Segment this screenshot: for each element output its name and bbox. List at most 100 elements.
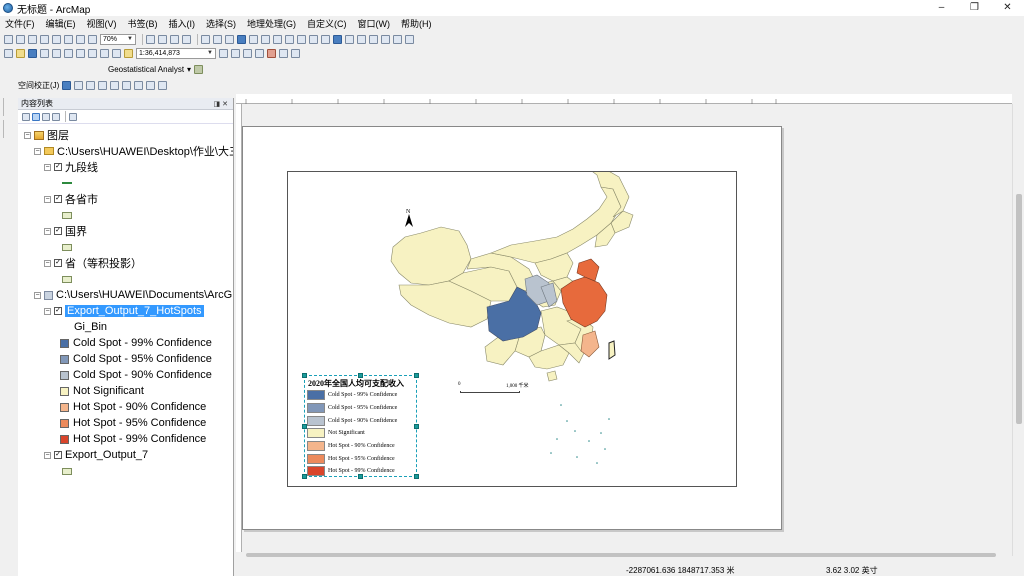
north-arrow[interactable]: N xyxy=(402,206,416,228)
layer-name[interactable]: 各省市 xyxy=(65,191,98,207)
identify-icon[interactable] xyxy=(333,34,342,44)
previous-extent-icon[interactable] xyxy=(88,34,97,44)
clear-limited-adjustment-area-icon[interactable] xyxy=(134,81,144,90)
fixed-zoom-out-icon[interactable] xyxy=(76,34,85,44)
selection-handle[interactable] xyxy=(414,474,419,479)
scale-bar[interactable]: 0 1,000 千米 xyxy=(456,382,536,398)
layer-symbol[interactable] xyxy=(62,272,72,286)
search-window-icon[interactable] xyxy=(255,48,264,58)
visibility-checkbox[interactable]: ✓ xyxy=(54,451,62,459)
new-limited-adjustment-area-icon[interactable] xyxy=(122,81,132,90)
layer-row-hotspots[interactable]: − ✓ Export_Output_7_HotSpots xyxy=(44,304,204,318)
selection-handle[interactable] xyxy=(302,474,307,479)
map-scale-combo[interactable]: 1:36,414,873 ▼ xyxy=(136,47,216,59)
zoom-out-page-icon[interactable] xyxy=(16,34,25,44)
full-extent-icon[interactable] xyxy=(237,34,246,44)
layer-symbol[interactable] xyxy=(62,464,72,478)
catalog-window-icon[interactable] xyxy=(243,48,252,58)
collapse-icon[interactable]: − xyxy=(24,131,31,139)
visibility-checkbox[interactable]: ✓ xyxy=(54,227,62,235)
selection-handle[interactable] xyxy=(414,373,419,378)
editor-toolbar-icon[interactable] xyxy=(219,48,228,58)
chevron-down-icon[interactable]: ▾ xyxy=(187,65,191,74)
menu-geoprocessing[interactable]: 地理处理(G) xyxy=(247,17,296,30)
paste-icon[interactable] xyxy=(76,48,85,58)
menu-insert[interactable]: 插入(I) xyxy=(169,17,196,30)
map-legend[interactable]: 2020年全国人均可支配收入 Cold Spot - 99% Confidenc… xyxy=(304,375,417,477)
class-color-swatch[interactable] xyxy=(60,402,69,412)
collapse-icon[interactable]: − xyxy=(34,147,41,155)
selection-handle[interactable] xyxy=(302,424,307,429)
geostatistical-analyst-menu[interactable]: Geostatistical Analyst xyxy=(108,65,184,74)
list-by-drawing-order-icon[interactable] xyxy=(22,112,30,121)
pan-icon[interactable] xyxy=(225,34,234,44)
data-driven-pages-icon[interactable] xyxy=(182,34,191,44)
layer-symbol[interactable] xyxy=(62,176,72,190)
class-color-swatch[interactable] xyxy=(60,338,69,348)
zoom-percent-combo[interactable]: 70% ▼ xyxy=(100,33,136,45)
visibility-checkbox[interactable]: ✓ xyxy=(54,307,62,315)
table-of-contents-icon[interactable] xyxy=(231,48,240,58)
selection-handle[interactable] xyxy=(302,373,307,378)
dock-handle[interactable] xyxy=(3,120,15,138)
list-by-selection-icon[interactable] xyxy=(52,112,60,121)
spatial-adjustment-menu[interactable]: 空间校正(J) xyxy=(18,80,59,91)
new-identity-link-icon[interactable] xyxy=(110,81,120,90)
horizontal-scrollbar[interactable] xyxy=(236,552,1012,558)
horizontal-ruler[interactable] xyxy=(236,94,1012,104)
polygon-symbol-icon[interactable] xyxy=(62,467,72,475)
tree-root[interactable]: − 图层 xyxy=(24,128,69,142)
selection-handle[interactable] xyxy=(358,474,363,479)
layer-name[interactable]: 九段线 xyxy=(65,159,98,175)
legend-class-row[interactable]: Not Significant xyxy=(60,384,144,398)
list-by-source-icon[interactable] xyxy=(32,112,40,121)
layer-name[interactable]: 国界 xyxy=(65,223,87,239)
class-color-swatch[interactable] xyxy=(60,434,69,444)
visibility-checkbox[interactable]: ✓ xyxy=(54,163,62,171)
collapse-icon[interactable]: − xyxy=(44,259,51,267)
zoom-whole-page-icon[interactable] xyxy=(40,34,49,44)
polygon-symbol-icon[interactable] xyxy=(62,275,72,283)
go-forward-icon[interactable] xyxy=(285,34,294,44)
undo-icon[interactable] xyxy=(100,48,109,58)
list-by-visibility-icon[interactable] xyxy=(42,112,50,121)
close-button[interactable]: ✕ xyxy=(991,0,1024,16)
time-slider-icon[interactable] xyxy=(393,34,402,44)
go-back-icon[interactable] xyxy=(273,34,282,44)
new-displacement-link-icon[interactable] xyxy=(74,81,84,90)
menu-selection[interactable]: 选择(S) xyxy=(206,17,236,30)
cut-icon[interactable] xyxy=(52,48,61,58)
fixed-zoom-in-icon[interactable] xyxy=(64,34,73,44)
layer-row[interactable]: − ✓ 省（等积投影） xyxy=(44,256,142,270)
visibility-checkbox[interactable]: ✓ xyxy=(54,195,62,203)
select-elements-icon[interactable] xyxy=(321,34,330,44)
collapse-icon[interactable]: − xyxy=(44,227,51,235)
auto-hide-icon[interactable]: ◨ xyxy=(214,101,223,108)
collapse-icon[interactable]: − xyxy=(44,451,51,459)
workspace-group-desktop[interactable]: − C:\Users\HUAWEI\Desktop\作业\大三 xyxy=(34,144,233,158)
clear-selection-icon[interactable] xyxy=(309,34,318,44)
minimize-button[interactable]: – xyxy=(925,0,958,16)
menu-edit[interactable]: 编辑(E) xyxy=(46,17,76,30)
modify-link-icon[interactable] xyxy=(86,81,96,90)
collapse-icon[interactable]: − xyxy=(44,195,51,203)
save-icon[interactable] xyxy=(28,48,37,58)
restore-button[interactable]: ❐ xyxy=(958,0,991,16)
legend-class-row[interactable]: Hot Spot - 90% Confidence xyxy=(60,400,206,414)
close-icon[interactable]: ✕ xyxy=(222,101,230,108)
redo-icon[interactable] xyxy=(112,48,121,58)
workspace-group-documents[interactable]: − C:\Users\HUAWEI\Documents\ArcG xyxy=(34,288,232,302)
menu-bookmarks[interactable]: 书签(B) xyxy=(128,17,158,30)
add-data-icon[interactable] xyxy=(124,48,133,58)
layer-name[interactable]: Export_Output_7 xyxy=(65,449,148,461)
legend-class-row[interactable]: Hot Spot - 99% Confidence xyxy=(60,432,206,446)
menu-file[interactable]: 文件(F) xyxy=(5,17,35,30)
measure-icon[interactable] xyxy=(357,34,366,44)
vertical-scrollbar[interactable] xyxy=(1012,104,1024,556)
copy-icon[interactable] xyxy=(64,48,73,58)
menu-customize[interactable]: 自定义(C) xyxy=(307,17,347,30)
zoom-out-icon[interactable] xyxy=(213,34,222,44)
selection-handle[interactable] xyxy=(414,424,419,429)
zoom-in-icon[interactable] xyxy=(201,34,210,44)
class-color-swatch[interactable] xyxy=(60,370,69,380)
